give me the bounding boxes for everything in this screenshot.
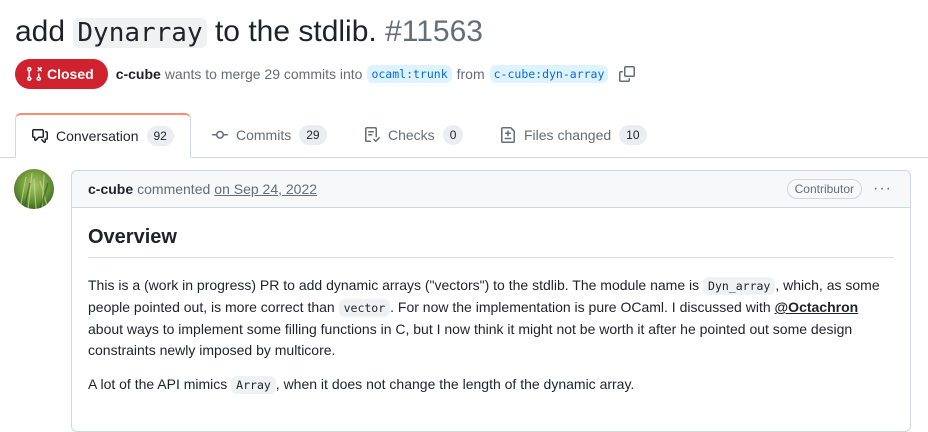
from-text: from (456, 66, 485, 82)
tab-checks[interactable]: Checks 0 (364, 113, 464, 157)
comment-header: c-cube commented on Sep 24, 2022 Contrib… (72, 171, 910, 208)
tab-conversation-count: 92 (146, 126, 174, 146)
comment-paragraph-1: This is a (work in progress) PR to add d… (88, 275, 896, 361)
avatar[interactable] (14, 169, 54, 209)
pr-title-code: Dynarray (73, 18, 207, 48)
pr-title-text-1: add (15, 15, 74, 48)
git-pull-request-closed-icon (27, 66, 42, 81)
pr-title-text-2: to the stdlib. (206, 15, 386, 48)
comment-box: c-cube commented on Sep 24, 2022 Contrib… (71, 170, 911, 432)
p2-text-1: A lot of the API mimics (88, 376, 232, 392)
pr-meta: Closed c-cube wants to merge 29 commits … (15, 59, 636, 89)
pr-title: add Dynarray to the stdlib. #11563 (15, 12, 483, 53)
tab-checks-label: Checks (388, 127, 435, 143)
pr-author-link[interactable]: c-cube (116, 66, 161, 82)
tab-checks-count: 0 (442, 125, 464, 145)
tab-commits-count: 29 (299, 125, 327, 145)
tab-commits[interactable]: Commits 29 (212, 113, 327, 157)
p1-text-3: . For now the implementation is pure OCa… (390, 299, 775, 315)
file-diff-icon (501, 127, 515, 143)
pr-number: #11563 (385, 15, 483, 48)
copy-branch-button[interactable] (619, 66, 636, 82)
contributor-badge: Contributor (786, 179, 862, 199)
state-label: Closed (47, 66, 94, 82)
head-branch[interactable]: c-cube:dyn-array (489, 65, 609, 83)
tab-commits-label: Commits (236, 127, 292, 143)
state-badge: Closed (15, 59, 108, 89)
copy-icon (619, 66, 636, 82)
heading-divider (88, 257, 894, 258)
merge-text: wants to merge 29 commits into (164, 66, 363, 82)
p2-text-2: , when it does not change the length of … (275, 376, 635, 392)
p1-text-4: about ways to implement some filling fun… (88, 321, 853, 358)
comment-action: commented (137, 181, 211, 197)
checklist-icon (365, 127, 380, 142)
mention-link[interactable]: @Octachron (775, 299, 859, 315)
tab-files-changed-label: Files changed (524, 127, 612, 143)
base-branch[interactable]: ocaml:trunk (367, 65, 452, 83)
comment-paragraph-2: A lot of the API mimics Array, when it d… (88, 374, 896, 396)
comment-date-link[interactable]: on Sep 24, 2022 (214, 181, 317, 197)
tab-files-changed[interactable]: Files changed 10 (500, 113, 647, 157)
git-commit-icon (212, 130, 228, 139)
tab-conversation-label: Conversation (56, 128, 139, 144)
comment-author-link[interactable]: c-cube (88, 181, 133, 197)
code-dyn-array: Dyn_array (703, 277, 776, 295)
p1-text-1: This is a (work in progress) PR to add d… (88, 277, 704, 293)
pr-tabs: Conversation 92 Commits 29 Checks 0 File… (0, 113, 928, 158)
tab-conversation[interactable]: Conversation 92 (15, 113, 191, 158)
code-vector: vector (338, 299, 391, 317)
grass-avatar-image (14, 169, 54, 209)
code-array: Array (231, 376, 276, 394)
tab-files-changed-count: 10 (619, 125, 647, 145)
comment-discussion-icon (32, 129, 48, 143)
kebab-horizontal-icon[interactable]: ··· (873, 180, 892, 198)
comment-heading: Overview (88, 226, 177, 248)
